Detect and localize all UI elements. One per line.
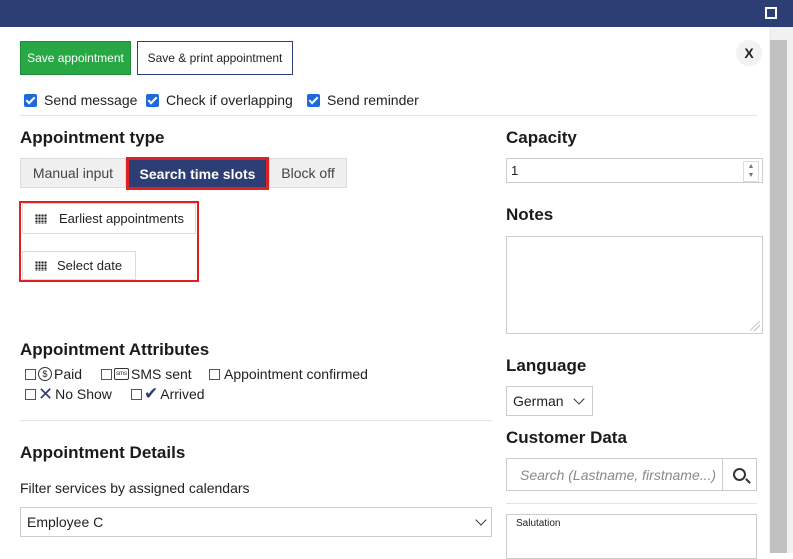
appointment-confirmed-label: Appointment confirmed: [224, 366, 368, 382]
capacity-heading: Capacity: [506, 128, 577, 147]
checkbox-checked-icon: [307, 93, 320, 107]
no-show-label: No Show: [55, 386, 112, 402]
customer-search-input[interactable]: Search (Lastname, firstname...): [506, 458, 723, 491]
calendar-select-value: Employee C: [27, 514, 104, 530]
earliest-appointments-button[interactable]: Earliest appointments: [22, 203, 196, 234]
send-message-label: Send message: [44, 92, 138, 108]
x-mark-icon: ✕: [38, 384, 54, 404]
salutation-field[interactable]: Salutation: [506, 514, 757, 559]
filter-services-label: Filter services by assigned calendars: [20, 480, 250, 496]
tab-manual-input[interactable]: Manual input: [20, 158, 126, 188]
capacity-input[interactable]: 1 ▲ ▼: [506, 158, 763, 183]
save-print-appointment-button[interactable]: Save & print appointment: [137, 41, 293, 75]
sms-bubble-icon: sms: [114, 368, 129, 380]
close-button[interactable]: X: [736, 40, 762, 66]
chevron-down-icon: [475, 514, 487, 526]
tab-block-off[interactable]: Block off: [269, 158, 347, 188]
checkbox-checked-icon: [146, 93, 159, 107]
paid-attribute[interactable]: $ Paid: [25, 366, 82, 382]
calendar-select[interactable]: Employee C: [20, 507, 492, 537]
appointment-confirmed-attribute[interactable]: Appointment confirmed: [209, 366, 368, 382]
no-show-attribute[interactable]: ✕ No Show: [25, 384, 112, 404]
appointment-details-heading: Appointment Details: [20, 443, 186, 462]
checkbox-empty-icon: [101, 368, 112, 380]
dollar-coin-icon: $: [38, 367, 52, 381]
check-overlapping-label: Check if overlapping: [166, 92, 293, 108]
checkbox-empty-icon: [209, 368, 220, 380]
search-button[interactable]: [722, 458, 757, 491]
select-date-button[interactable]: Select date: [22, 251, 136, 280]
language-heading: Language: [506, 356, 587, 375]
checkmark-icon: ✔: [144, 384, 159, 403]
arrived-label: Arrived: [160, 386, 205, 402]
chevron-down-icon: [573, 393, 585, 405]
grid-icon: [35, 213, 47, 224]
arrived-attribute[interactable]: ✔ Arrived: [131, 384, 205, 403]
search-icon: [733, 468, 746, 481]
divider: [20, 115, 757, 116]
grid-icon: [35, 260, 47, 271]
capacity-value: 1: [511, 163, 519, 178]
select-date-label: Select date: [57, 258, 123, 273]
notes-textarea[interactable]: [506, 236, 763, 334]
paid-label: Paid: [54, 366, 83, 382]
checkbox-empty-icon: [25, 388, 36, 400]
customer-data-heading: Customer Data: [506, 428, 627, 447]
send-reminder-checkbox[interactable]: Send reminder: [307, 92, 419, 108]
checkbox-empty-icon: [131, 388, 142, 400]
divider: [506, 503, 757, 504]
language-select[interactable]: German: [506, 386, 593, 416]
resize-handle-icon[interactable]: [750, 321, 760, 331]
sms-sent-label: SMS sent: [131, 366, 192, 382]
earliest-appointments-label: Earliest appointments: [59, 211, 185, 226]
save-appointment-button[interactable]: Save appointment: [20, 41, 131, 75]
scrollbar-thumb[interactable]: [770, 40, 787, 553]
sms-sent-attribute[interactable]: sms SMS sent: [101, 366, 192, 382]
check-overlapping-checkbox[interactable]: Check if overlapping: [146, 92, 293, 108]
language-select-value: German: [513, 393, 564, 409]
salutation-label: Salutation: [516, 518, 561, 529]
number-spinner-icon[interactable]: ▲ ▼: [743, 161, 759, 182]
send-reminder-label: Send reminder: [327, 92, 419, 108]
maximize-icon[interactable]: [765, 7, 777, 19]
send-message-checkbox[interactable]: Send message: [24, 92, 137, 108]
window-titlebar: [0, 0, 793, 27]
checkbox-empty-icon: [25, 368, 36, 380]
tab-search-time-slots[interactable]: Search time slots: [126, 157, 269, 190]
notes-heading: Notes: [506, 205, 554, 224]
checkbox-checked-icon: [24, 93, 37, 107]
divider: [20, 420, 492, 421]
appointment-attributes-heading: Appointment Attributes: [20, 340, 210, 359]
appointment-type-heading: Appointment type: [20, 128, 165, 147]
